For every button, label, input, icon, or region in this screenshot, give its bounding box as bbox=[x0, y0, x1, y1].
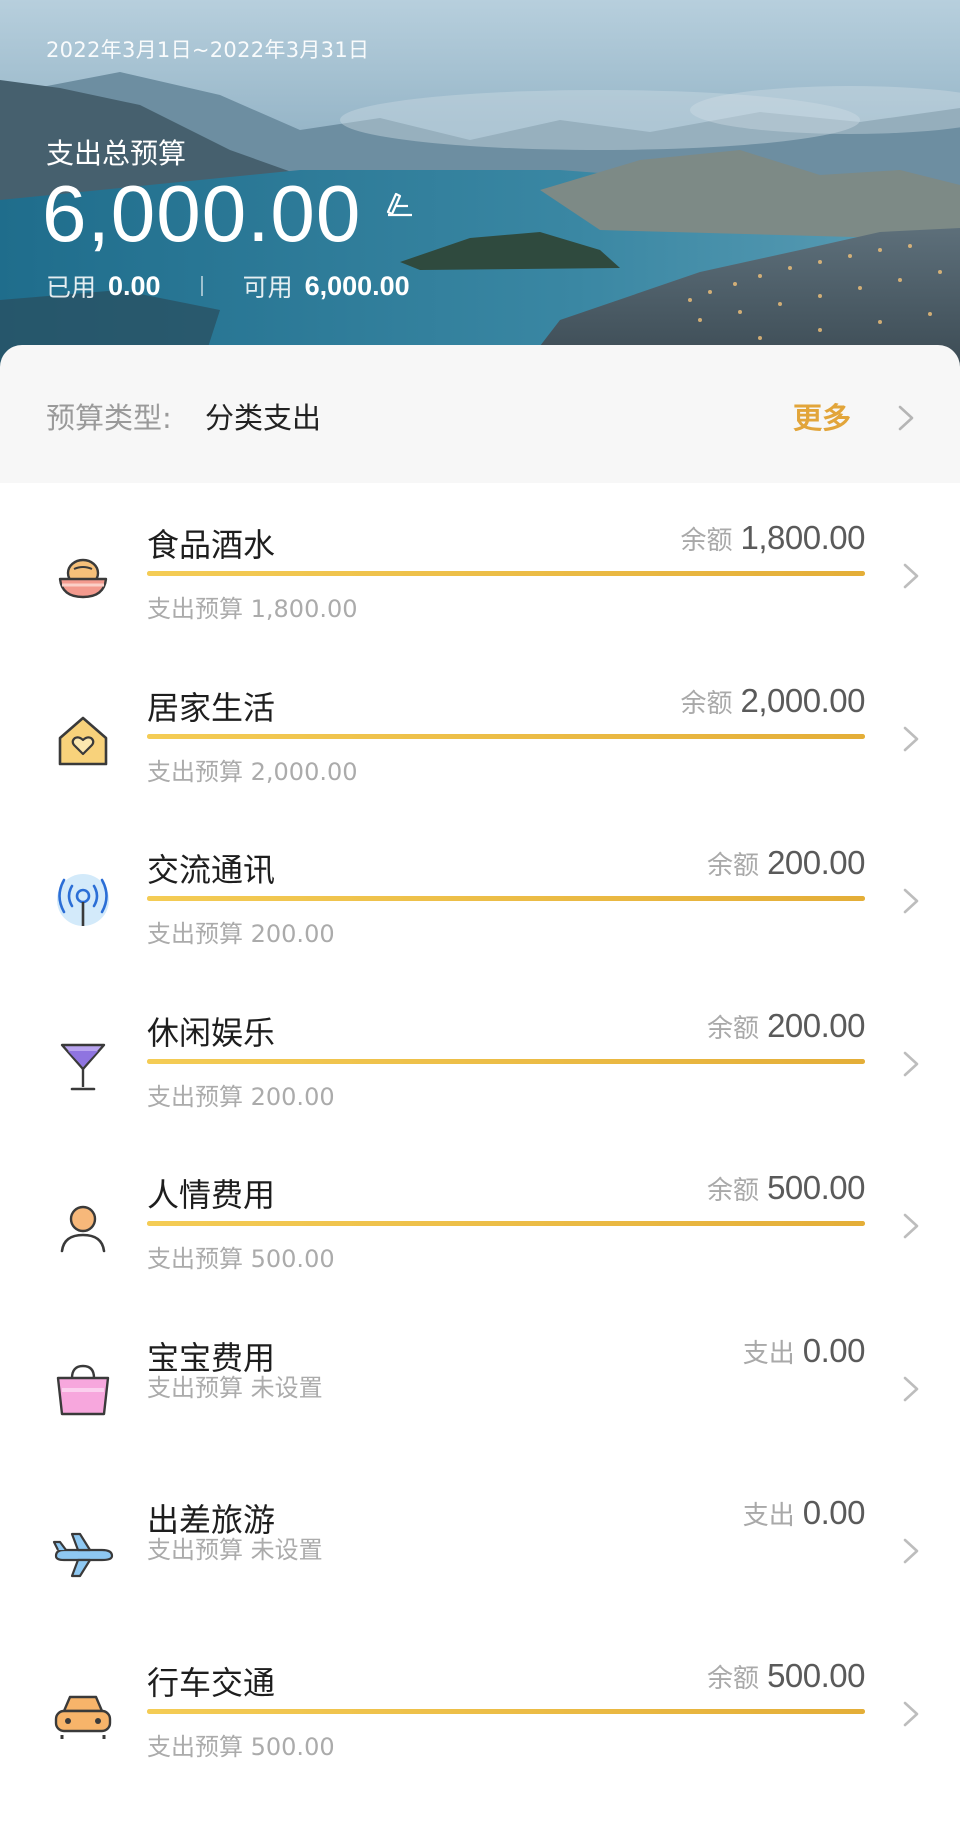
amount-value: 500.00 bbox=[767, 1656, 865, 1694]
stats-divider bbox=[200, 276, 203, 296]
category-row-travel[interactable]: 出差旅游 支出 0.00 支出预算 未设置 bbox=[0, 1458, 960, 1621]
amount-value: 500.00 bbox=[767, 1169, 865, 1206]
category-amount: 余额 500.00 bbox=[707, 1657, 865, 1695]
category-budget-text: 支出预算 未设置 bbox=[147, 1373, 323, 1402]
category-row-communication[interactable]: 交流通讯 余额 200.00 支出预算 200.00 bbox=[0, 808, 960, 971]
category-amount: 余额 200.00 bbox=[707, 844, 865, 882]
category-row-entertainment[interactable]: 休闲娱乐 余额 200.00 支出预算 200.00 bbox=[0, 971, 960, 1134]
total-budget-amount: 6,000.00 bbox=[42, 169, 362, 258]
chevron-right-icon[interactable] bbox=[902, 886, 920, 916]
category-budget-text: 支出预算 200.00 bbox=[147, 1082, 335, 1111]
category-name: 交流通讯 bbox=[147, 851, 276, 889]
amount-value: 200.00 bbox=[767, 1006, 865, 1044]
amount-label: 余额 bbox=[680, 688, 733, 719]
airplane-icon bbox=[52, 1532, 114, 1578]
home-heart-icon bbox=[58, 716, 108, 765]
budget-progress-bar bbox=[147, 1058, 865, 1064]
budget-progress-bar bbox=[147, 1708, 865, 1714]
budget-period[interactable]: 2022年3月1日~2022年3月31日 bbox=[46, 34, 369, 64]
category-name: 休闲娱乐 bbox=[147, 1013, 276, 1052]
category-row-transport[interactable]: 行车交通 余额 500.00 支出预算 500.00 bbox=[0, 1621, 960, 1784]
category-amount: 余额 200.00 bbox=[707, 1007, 865, 1045]
category-row-social[interactable]: 人情费用 余额 500.00 支出预算 500.00 bbox=[0, 1133, 960, 1296]
category-name: 行车交通 bbox=[147, 1663, 276, 1702]
category-row-home[interactable]: 居家生活 余额 2,000.00 支出预算 2,000.00 bbox=[0, 646, 960, 809]
category-budget-text: 支出预算 未设置 bbox=[147, 1536, 323, 1564]
used-label: 已用 bbox=[46, 273, 97, 302]
chevron-right-icon[interactable] bbox=[902, 1699, 920, 1729]
amount-label: 余额 bbox=[707, 1663, 760, 1694]
chevron-right-icon[interactable] bbox=[902, 1049, 920, 1079]
category-row-food[interactable]: 食品酒水 余额 1,800.00 支出预算 1,800.00 bbox=[0, 483, 960, 646]
budget-page: 2022年3月1日~2022年3月31日 支出总预算 6,000.00 已用 0… bbox=[0, 0, 960, 1847]
amount-label: 余额 bbox=[680, 526, 733, 556]
amount-value: 2,000.00 bbox=[740, 681, 866, 719]
category-name: 食品酒水 bbox=[147, 526, 276, 564]
shopping-bag-icon bbox=[56, 1364, 110, 1415]
amount-label: 余额 bbox=[707, 1013, 760, 1044]
car-icon bbox=[54, 1695, 112, 1739]
chevron-right-icon[interactable] bbox=[902, 1374, 920, 1404]
cocktail-glass-icon bbox=[60, 1043, 106, 1090]
category-amount: 余额 2,000.00 bbox=[680, 681, 866, 720]
category-amount: 余额 500.00 bbox=[707, 1169, 865, 1207]
budget-type-value: 分类支出 bbox=[205, 401, 322, 435]
budget-progress-fill bbox=[147, 1708, 865, 1714]
category-amount: 余额 1,800.00 bbox=[680, 519, 866, 557]
category-amount: 支出 0.00 bbox=[742, 1494, 866, 1532]
budget-progress-fill bbox=[147, 571, 865, 576]
chevron-right-icon[interactable] bbox=[902, 561, 920, 591]
amount-value: 0.00 bbox=[802, 1331, 866, 1369]
budget-progress-bar bbox=[147, 896, 865, 901]
budget-header-banner: 2022年3月1日~2022年3月31日 支出总预算 6,000.00 已用 0… bbox=[0, 0, 960, 372]
budget-type-label: 预算类型: bbox=[46, 401, 172, 435]
amount-label: 余额 bbox=[707, 851, 760, 881]
amount-value: 200.00 bbox=[767, 844, 865, 881]
amount-label: 余额 bbox=[707, 1176, 760, 1206]
amount-label: 支出 bbox=[742, 1338, 795, 1369]
more-button[interactable]: 更多 bbox=[793, 395, 851, 437]
budget-progress-fill bbox=[147, 733, 865, 739]
budget-progress-bar bbox=[147, 733, 865, 739]
budget-type-card[interactable]: 预算类型: 分类支出 更多 bbox=[0, 345, 960, 483]
category-budget-text: 支出预算 2,000.00 bbox=[147, 757, 358, 786]
category-amount: 支出 0.00 bbox=[742, 1331, 866, 1370]
category-name: 居家生活 bbox=[147, 688, 276, 727]
amount-label: 支出 bbox=[742, 1501, 795, 1531]
budget-progress-fill bbox=[147, 1221, 865, 1226]
signal-antenna-icon bbox=[57, 874, 109, 926]
chevron-right-icon[interactable] bbox=[896, 403, 916, 433]
person-icon bbox=[60, 1205, 106, 1253]
budget-progress-bar bbox=[147, 571, 865, 576]
amount-value: 0.00 bbox=[802, 1494, 866, 1531]
category-name: 人情费用 bbox=[147, 1176, 276, 1214]
chevron-right-icon[interactable] bbox=[902, 1536, 920, 1566]
budget-progress-fill bbox=[147, 1058, 865, 1064]
food-basket-icon bbox=[58, 558, 108, 599]
available-label: 可用 bbox=[242, 273, 293, 302]
category-budget-text: 支出预算 500.00 bbox=[147, 1732, 335, 1761]
budget-stats: 已用 0.00 可用 6,000.00 bbox=[46, 268, 410, 304]
category-budget-text: 支出预算 500.00 bbox=[147, 1245, 335, 1273]
category-budget-text: 支出预算 1,800.00 bbox=[147, 595, 358, 623]
used-value: 0.00 bbox=[108, 270, 161, 301]
available-value: 6,000.00 bbox=[304, 270, 410, 301]
category-budget-list: 食品酒水 余额 1,800.00 支出预算 1,800.00 居家生活 余额 2… bbox=[0, 483, 960, 1783]
chevron-right-icon[interactable] bbox=[902, 1211, 920, 1241]
chevron-right-icon[interactable] bbox=[902, 724, 920, 754]
total-budget-label: 支出总预算 bbox=[46, 137, 187, 170]
edit-icon[interactable] bbox=[382, 186, 416, 220]
budget-progress-bar bbox=[147, 1221, 865, 1226]
budget-progress-fill bbox=[147, 896, 865, 901]
category-budget-text: 支出预算 200.00 bbox=[147, 920, 335, 948]
amount-value: 1,800.00 bbox=[740, 519, 866, 556]
category-row-baby[interactable]: 宝宝费用 支出 0.00 支出预算 未设置 bbox=[0, 1296, 960, 1459]
